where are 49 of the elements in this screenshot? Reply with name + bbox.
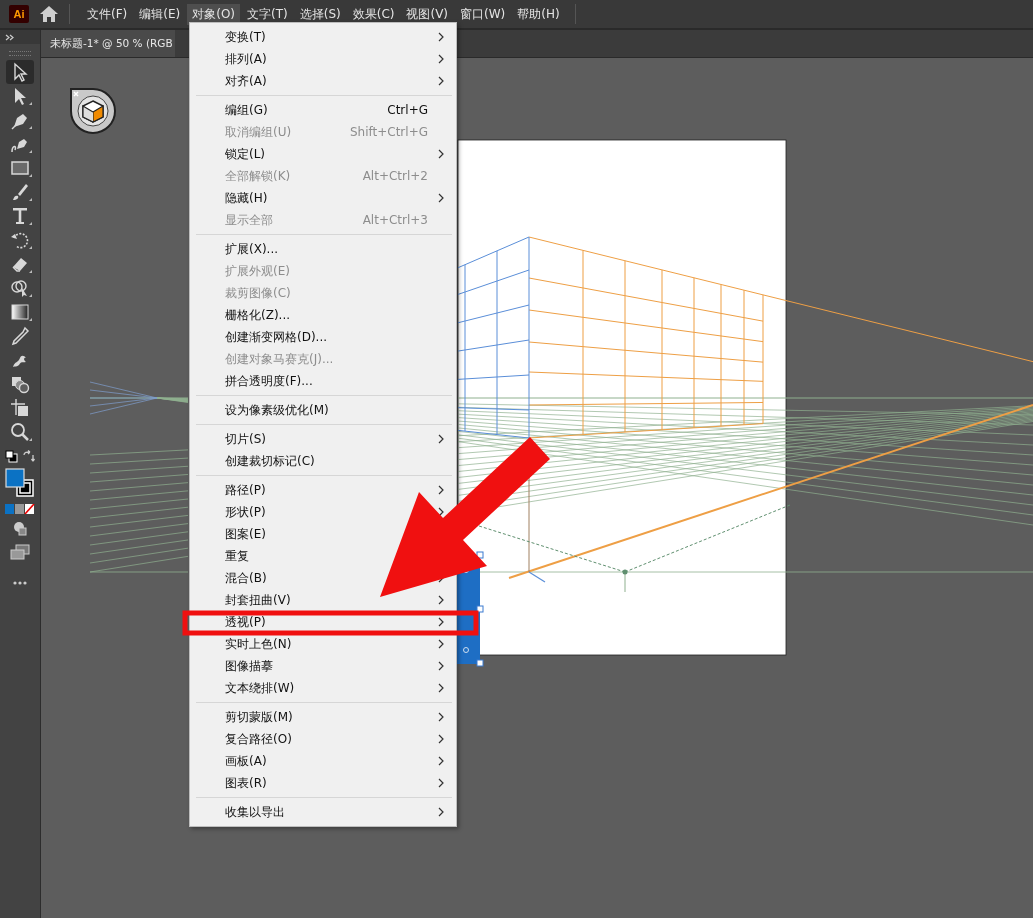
- plane-switching-widget[interactable]: [70, 88, 116, 134]
- magnifier-icon: [9, 421, 31, 443]
- swap-arrows-icon[interactable]: [22, 450, 35, 463]
- document-tab[interactable]: 未标题-1* @ 50 % (RGB: [41, 30, 175, 57]
- menu-item[interactable]: 图表(R): [192, 772, 454, 794]
- menu-bar-item[interactable]: 效果(C): [347, 3, 400, 25]
- menu-item[interactable]: 收集以导出: [192, 801, 454, 823]
- default-colors-icon[interactable]: [5, 450, 18, 463]
- menu-item[interactable]: 封套扭曲(V): [192, 589, 454, 611]
- menu-item[interactable]: 切片(S): [192, 428, 454, 450]
- more-icon[interactable]: [12, 580, 28, 586]
- draw-mode-icon[interactable]: [12, 520, 28, 536]
- menu-item[interactable]: 拼合透明度(F)...: [192, 370, 454, 392]
- menu-bar-item[interactable]: 编辑(E): [134, 3, 186, 25]
- menu-bar-item[interactable]: 视图(V): [401, 3, 454, 25]
- menu-item[interactable]: 隐藏(H): [192, 187, 454, 209]
- menu-item[interactable]: 文本绕排(W): [192, 677, 454, 699]
- artboard-icon: [9, 397, 31, 419]
- home-icon[interactable]: [39, 5, 59, 23]
- menu-item[interactable]: 排列(A): [192, 48, 454, 70]
- collapse-icon[interactable]: [5, 33, 15, 41]
- fill-stroke-swatch[interactable]: [5, 468, 35, 498]
- menu-item[interactable]: 编组(G) Ctrl+G: [192, 99, 454, 121]
- menu-item[interactable]: 对齐(A): [192, 70, 454, 92]
- menu-bar-item[interactable]: 文字(T): [242, 3, 293, 25]
- color-mode-icon[interactable]: [5, 504, 35, 514]
- menu-bar-item[interactable]: 文件(F): [82, 3, 133, 25]
- menu-item[interactable]: 复合路径(O): [192, 728, 454, 750]
- menu-item[interactable]: 创建裁切标记(C): [192, 450, 454, 472]
- app-logo: Ai: [9, 5, 29, 23]
- menu-item[interactable]: 扩展(X)...: [192, 238, 454, 260]
- eyedropper-icon: [9, 325, 31, 347]
- menu-item[interactable]: 实时上色(N): [192, 633, 454, 655]
- menu-item[interactable]: 图像描摹: [192, 655, 454, 677]
- screen-mode-icon[interactable]: [10, 544, 30, 560]
- menu-item[interactable]: 画板(A): [192, 750, 454, 772]
- menu-item[interactable]: 栅格化(Z)...: [192, 304, 454, 326]
- menu-item[interactable]: 路径(P): [192, 479, 454, 501]
- menu-bar-item[interactable]: 窗口(W): [455, 3, 511, 25]
- menu-bar-item[interactable]: 对象(O): [187, 3, 241, 25]
- menu-bar-item[interactable]: 帮助(H): [512, 3, 565, 25]
- menu-item[interactable]: 创建渐变网格(D)...: [192, 326, 454, 348]
- menu-item[interactable]: 锁定(L): [192, 143, 454, 165]
- menu-bar-item[interactable]: 选择(S): [294, 3, 346, 25]
- gradient-icon: [9, 301, 31, 323]
- menu-item[interactable]: 变换(T): [192, 26, 454, 48]
- menu-item[interactable]: 设为像素级优化(M): [192, 399, 454, 421]
- menu-item[interactable]: 剪切蒙版(M): [192, 706, 454, 728]
- pointer-tool[interactable]: [6, 60, 34, 84]
